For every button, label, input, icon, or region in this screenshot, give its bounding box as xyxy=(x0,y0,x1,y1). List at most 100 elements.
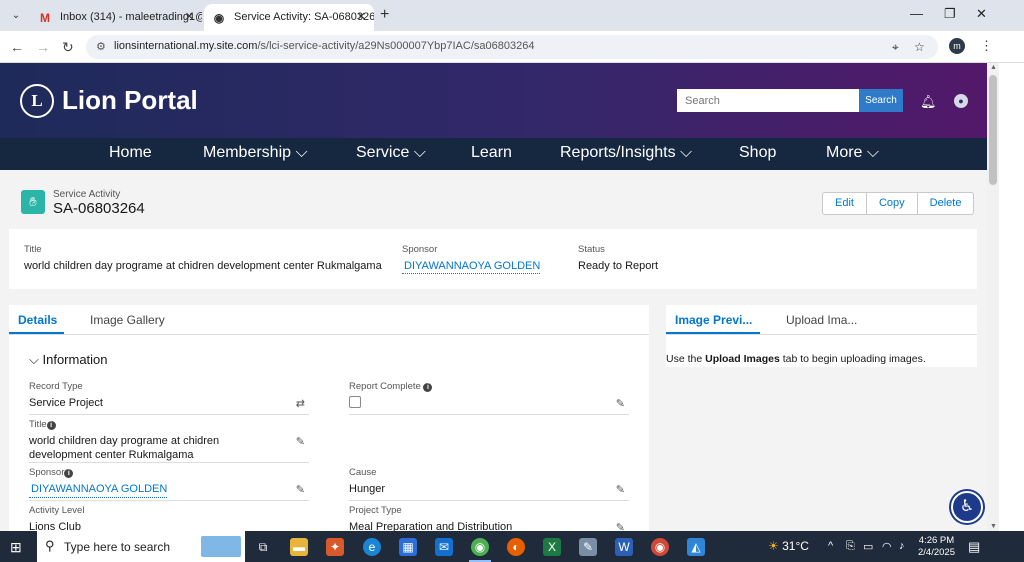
field-value: Hunger xyxy=(349,483,386,495)
info-icon[interactable]: i xyxy=(46,421,56,430)
tab-service-activity[interactable]: ◉ Service Activity: SA-06803264 ✕ xyxy=(204,4,374,31)
wifi-icon[interactable]: ◠ xyxy=(882,540,892,553)
field-value: Service Project xyxy=(29,397,103,409)
tab-image-preview[interactable]: Image Previ... xyxy=(675,313,752,327)
nav-membership[interactable]: Membership ⌵ xyxy=(203,138,308,168)
window-close-icon[interactable]: ✕ xyxy=(976,6,987,22)
edit-pencil-icon[interactable]: ✎ xyxy=(616,483,625,496)
notification-center-icon[interactable]: ▤ xyxy=(968,539,980,555)
edit-pencil-icon[interactable]: ✎ xyxy=(296,435,305,448)
chrome-icon[interactable]: ◉ xyxy=(471,538,489,556)
page-scrollbar[interactable]: ▲ ▼ xyxy=(987,63,999,531)
nav-more[interactable]: More ⌵ xyxy=(826,138,879,168)
reload-icon[interactable]: ↻ xyxy=(62,39,74,56)
minimize-icon[interactable]: — xyxy=(910,6,923,21)
accessibility-icon[interactable]: ♿︎ xyxy=(951,491,983,523)
nav-learn[interactable]: Learn xyxy=(471,138,512,168)
photos-icon[interactable]: ◭ xyxy=(687,538,705,556)
search-highlight-icon[interactable] xyxy=(201,536,241,557)
portal-logo-text[interactable]: Lion Portal xyxy=(62,83,198,117)
section-title: Information xyxy=(42,352,108,367)
tab-details[interactable]: Details xyxy=(18,313,57,327)
delete-button[interactable]: Delete xyxy=(916,193,974,214)
edit-pencil-icon[interactable]: ✎ xyxy=(296,483,305,496)
tab-image-gallery[interactable]: Image Gallery xyxy=(90,313,165,327)
nav-home[interactable]: Home xyxy=(109,138,152,168)
taskbar-clock[interactable]: 4:26 PM 2/4/2025 xyxy=(918,535,955,559)
new-tab-button[interactable]: + xyxy=(380,6,389,24)
url-text[interactable]: lionsinternational.my.site.com/s/lci-ser… xyxy=(114,40,534,52)
mail-icon[interactable]: ✉ xyxy=(435,538,453,556)
edit-pencil-icon[interactable]: ✎ xyxy=(616,397,625,410)
windows-taskbar: ⊞ ⚲ Type here to search ⧉ ▬ ✦ e ▦ ✉ ◉ ◐ … xyxy=(0,531,1024,562)
field-report-complete: Report Complete i ✎ xyxy=(349,381,629,415)
field-cause: Cause Hunger ✎ xyxy=(349,467,629,501)
field-label: Cause xyxy=(349,467,377,478)
weather-widget[interactable]: ☀ 31°C xyxy=(768,539,809,553)
tray-chevron-up-icon[interactable]: ^ xyxy=(828,540,833,552)
scroll-down-icon[interactable]: ▼ xyxy=(990,523,997,530)
chrome-profile-icon[interactable]: ◉ xyxy=(651,538,669,556)
restore-icon[interactable]: ❐ xyxy=(944,6,956,22)
word-icon[interactable]: W xyxy=(615,538,633,556)
lions-logo-icon[interactable]: L xyxy=(20,84,54,118)
portal-search-button[interactable]: Search xyxy=(859,89,903,112)
field-label: Sponsor i xyxy=(29,467,309,478)
notifications-bell-icon[interactable]: 🔔︎ xyxy=(920,94,937,110)
edge-icon[interactable]: e xyxy=(363,538,381,556)
nav-reports-insights[interactable]: Reports/Insights ⌵ xyxy=(560,138,692,168)
change-record-type-icon[interactable]: ⇄ xyxy=(296,397,305,410)
field-label: Activity Level xyxy=(29,505,85,516)
user-avatar-icon[interactable]: ● xyxy=(954,94,968,108)
tab-divider xyxy=(9,334,649,335)
scroll-up-icon[interactable]: ▲ xyxy=(990,64,997,71)
taskbar-search[interactable]: ⚲ Type here to search xyxy=(37,531,245,562)
forward-icon[interactable]: → xyxy=(36,39,50,55)
task-view-icon[interactable]: ⧉ xyxy=(254,538,272,556)
highlight-sponsor: Sponsor DIYAWANNAOYA GOLDEN xyxy=(402,244,541,274)
close-icon[interactable]: ✕ xyxy=(357,4,366,31)
network-icon[interactable]: ⎘ xyxy=(846,540,855,553)
nav-service[interactable]: Service ⌵ xyxy=(356,138,426,168)
portal-search-input[interactable] xyxy=(677,89,859,112)
file-explorer-icon[interactable]: ▬ xyxy=(290,538,308,556)
report-complete-checkbox[interactable] xyxy=(349,396,361,408)
nav-shop[interactable]: Shop xyxy=(739,138,776,168)
tab-search-icon[interactable]: ⌄ xyxy=(8,8,24,24)
paint-icon[interactable]: ✎ xyxy=(579,538,597,556)
firefox-icon[interactable]: ◐ xyxy=(507,538,525,556)
browser-tabstrip: ⌄ M Inbox (314) - maleetrading1@g ✕ ◉ Se… xyxy=(0,0,1024,31)
clock-time: 4:26 PM xyxy=(918,535,955,546)
field-label: Status xyxy=(578,244,605,255)
tab-title: Service Activity: SA-06803264 xyxy=(234,11,374,23)
sponsor-link[interactable]: DIYAWANNAOYA GOLDEN xyxy=(402,260,541,274)
close-icon[interactable]: ✕ xyxy=(185,4,194,31)
battery-icon[interactable]: ▭ xyxy=(863,540,873,553)
excel-icon[interactable]: X xyxy=(543,538,561,556)
bookmark-star-icon[interactable]: ☆ xyxy=(914,40,925,54)
field-value: world children day programe at chidren d… xyxy=(24,260,382,272)
location-icon[interactable]: ⌖ xyxy=(892,40,899,55)
url-bar[interactable]: ⚙ lionsinternational.my.site.com/s/lci-s… xyxy=(86,35,938,59)
section-information-toggle[interactable]: ⌵ Information xyxy=(29,352,108,368)
field-label: Sponsor xyxy=(402,244,438,255)
copy-button[interactable]: Copy xyxy=(865,193,917,214)
edit-button[interactable]: Edit xyxy=(823,193,866,214)
site-info-icon[interactable]: ⚙ xyxy=(96,40,106,53)
record-name: SA-06803264 xyxy=(53,200,145,217)
info-icon[interactable]: i xyxy=(423,383,433,392)
copilot-icon[interactable]: ✦ xyxy=(326,538,344,556)
tab-upload-images[interactable]: Upload Ima... xyxy=(786,313,857,327)
edit-pencil-icon[interactable]: ✎ xyxy=(616,521,625,531)
scrollbar-thumb[interactable] xyxy=(989,75,997,185)
profile-avatar[interactable]: m xyxy=(949,38,965,54)
windows-start-icon[interactable]: ⊞ xyxy=(10,539,22,556)
info-icon[interactable]: i xyxy=(64,469,74,478)
tab-gmail[interactable]: M Inbox (314) - maleetrading1@g ✕ xyxy=(30,4,202,31)
store-icon[interactable]: ▦ xyxy=(399,538,417,556)
browser-menu-icon[interactable]: ⋮ xyxy=(980,38,993,54)
volume-icon[interactable]: ♪ xyxy=(899,540,905,552)
portal-header: L Lion Portal Search 🔔︎ ● xyxy=(0,63,987,138)
back-icon[interactable]: ← xyxy=(10,39,24,55)
sponsor-link[interactable]: DIYAWANNAOYA GOLDEN xyxy=(29,482,168,498)
